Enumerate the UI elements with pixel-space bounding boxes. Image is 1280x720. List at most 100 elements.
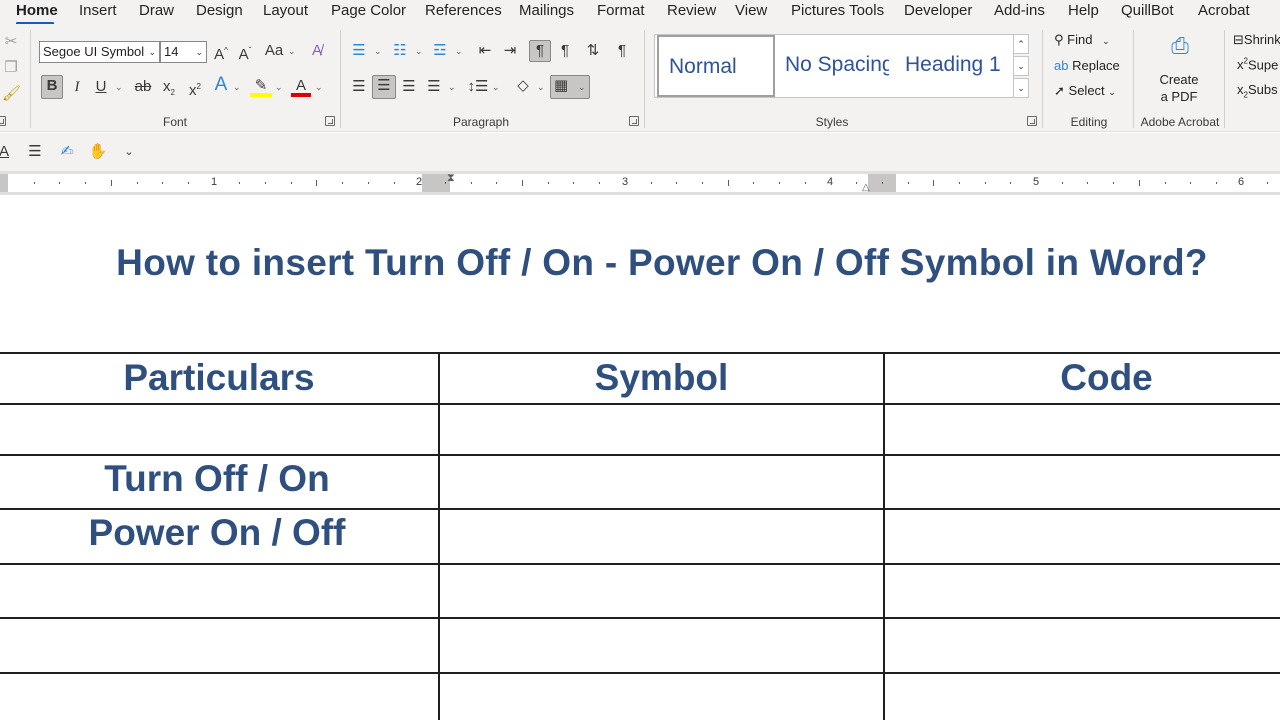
increase-indent-icon[interactable]: ⇥ bbox=[500, 41, 520, 61]
create-pdf-icon[interactable]: ⎙ bbox=[1167, 35, 1193, 57]
tab-developer[interactable]: Developer bbox=[904, 2, 972, 19]
style-normal[interactable]: Normal bbox=[657, 35, 775, 97]
table-cell[interactable] bbox=[0, 621, 434, 669]
font-color-icon[interactable]: A bbox=[0, 142, 12, 162]
shrink-font-icon[interactable]: Aˇ bbox=[235, 41, 255, 65]
gallery-more-icon[interactable]: ⌄ bbox=[1013, 78, 1029, 98]
italic-icon[interactable]: I bbox=[68, 77, 86, 97]
tab-quillbot[interactable]: QuillBot bbox=[1121, 2, 1174, 19]
tab-help[interactable]: Help bbox=[1068, 2, 1099, 19]
draw-pen-icon[interactable]: ✍ bbox=[57, 142, 77, 162]
style-heading-1[interactable]: Heading 1 bbox=[895, 35, 1013, 97]
tab-layout[interactable]: Layout bbox=[263, 2, 308, 19]
table-cell[interactable] bbox=[0, 407, 434, 453]
chevron-down-icon[interactable]: ⌄ bbox=[492, 77, 500, 97]
chevron-down-icon[interactable]: ⌄ bbox=[233, 77, 241, 97]
hand-icon[interactable]: ✋ bbox=[88, 142, 108, 162]
decrease-indent-icon[interactable]: ⇤ bbox=[475, 41, 495, 61]
shading-icon[interactable]: ◇ bbox=[513, 76, 533, 96]
tab-mailings[interactable]: Mailings bbox=[519, 2, 574, 19]
table-header-symbol[interactable]: Symbol bbox=[440, 357, 883, 399]
underline-icon[interactable]: U bbox=[92, 77, 110, 97]
show-formatting-icon[interactable]: ¶ bbox=[612, 41, 632, 61]
format-painter-icon[interactable]: 🖌 bbox=[2, 84, 21, 104]
tab-references[interactable]: References bbox=[425, 2, 502, 19]
customize-toolbar-icon[interactable]: ⌄ bbox=[122, 142, 136, 162]
table-cell[interactable] bbox=[440, 621, 883, 669]
table-cell[interactable] bbox=[885, 567, 1280, 615]
cut-icon[interactable]: ✂ bbox=[3, 32, 19, 52]
tab-review[interactable]: Review bbox=[667, 2, 716, 19]
tab-add-ins[interactable]: Add-ins bbox=[994, 2, 1045, 19]
subscript-icon[interactable]: x2 bbox=[160, 77, 178, 103]
table-cell[interactable] bbox=[440, 458, 883, 506]
tab-draw[interactable]: Draw bbox=[139, 2, 174, 19]
superscript-button[interactable]: x2Supe bbox=[1237, 57, 1278, 72]
chevron-down-icon[interactable]: ⌄ bbox=[537, 77, 545, 97]
tab-insert[interactable]: Insert bbox=[79, 2, 117, 19]
document-title[interactable]: How to insert Turn Off / On - Power On /… bbox=[0, 242, 1280, 284]
justify-icon[interactable]: ☰ bbox=[424, 77, 444, 97]
tab-page-color[interactable]: Page Color bbox=[331, 2, 406, 19]
chevron-down-icon[interactable]: ⌄ bbox=[115, 77, 123, 97]
multilevel-list-icon[interactable]: ☲ bbox=[430, 41, 450, 61]
align-center-icon[interactable]: ☰ bbox=[26, 142, 44, 162]
text-effects-icon[interactable]: A bbox=[211, 75, 231, 95]
font-color-icon[interactable]: A bbox=[291, 76, 311, 97]
table-cell[interactable] bbox=[440, 407, 883, 453]
bullets-icon[interactable]: ☰ bbox=[349, 41, 369, 61]
select-button[interactable]: ➚ Select ⌄ bbox=[1054, 83, 1116, 99]
font-name-combobox[interactable]: Segoe UI Symbol ⌄ bbox=[39, 41, 160, 63]
table-cell[interactable]: Turn Off / On bbox=[0, 458, 434, 500]
chevron-down-icon[interactable]: ⌄ bbox=[275, 77, 283, 97]
chevron-down-icon[interactable]: ⌄ bbox=[374, 41, 382, 61]
chevron-down-icon[interactable]: ⌄ bbox=[195, 42, 203, 62]
table-cell[interactable] bbox=[885, 512, 1280, 560]
chevron-down-icon[interactable]: ⌄ bbox=[288, 41, 296, 61]
strikethrough-icon[interactable]: ab bbox=[132, 77, 154, 97]
table-header-code[interactable]: Code bbox=[885, 357, 1280, 399]
table-cell[interactable] bbox=[440, 676, 883, 720]
table-cell[interactable] bbox=[0, 676, 434, 720]
tab-acrobat[interactable]: Acrobat bbox=[1198, 2, 1250, 19]
superscript-icon[interactable]: x2 bbox=[186, 77, 204, 101]
tab-format[interactable]: Format bbox=[597, 2, 645, 19]
gallery-scroll-down-icon[interactable]: ⌄ bbox=[1013, 56, 1029, 76]
replace-button[interactable]: ab Replace bbox=[1054, 58, 1120, 73]
gallery-scroll-up-icon[interactable]: ⌃ bbox=[1013, 34, 1029, 54]
chevron-down-icon[interactable]: ⌄ bbox=[578, 77, 586, 97]
line-spacing-icon[interactable]: ↕☰ bbox=[467, 77, 489, 97]
table-cell[interactable] bbox=[885, 621, 1280, 669]
indent-marker-icon[interactable]: ⧗ bbox=[447, 172, 455, 185]
style-no-spacing[interactable]: No Spacing bbox=[775, 35, 889, 97]
grow-font-icon[interactable]: A^ bbox=[211, 41, 231, 65]
chevron-down-icon[interactable]: ⌄ bbox=[415, 41, 423, 61]
font-size-combobox[interactable]: 14 ⌄ bbox=[160, 41, 207, 63]
tab-design[interactable]: Design bbox=[196, 2, 243, 19]
styles-launcher-icon[interactable] bbox=[1027, 116, 1037, 126]
sort-icon[interactable]: ⇅ bbox=[583, 41, 603, 61]
horizontal-ruler[interactable]: 1 2 3 4 5 6 ⧗ △ bbox=[0, 172, 1280, 193]
clipboard-launcher-icon[interactable] bbox=[0, 116, 6, 126]
create-pdf-button[interactable]: Create a PDF bbox=[1145, 71, 1213, 105]
highlight-icon[interactable]: ✎ bbox=[250, 76, 272, 97]
ltr-direction-icon[interactable]: ¶ bbox=[529, 40, 551, 62]
copy-icon[interactable]: ❐ bbox=[3, 58, 19, 78]
chevron-down-icon[interactable]: ⌄ bbox=[148, 42, 156, 62]
table-cell[interactable]: Power On / Off bbox=[0, 512, 434, 554]
font-launcher-icon[interactable] bbox=[325, 116, 335, 126]
change-case-icon[interactable]: Aa bbox=[262, 41, 286, 61]
paragraph-launcher-icon[interactable] bbox=[629, 116, 639, 126]
subscript-button[interactable]: x2Subs bbox=[1237, 82, 1278, 100]
tab-pictures-tools[interactable]: Pictures Tools bbox=[791, 2, 884, 19]
tab-view[interactable]: View bbox=[735, 2, 767, 19]
chevron-down-icon[interactable]: ⌄ bbox=[448, 77, 456, 97]
tab-stop-icon[interactable]: △ bbox=[862, 182, 870, 193]
table-header-particulars[interactable]: Particulars bbox=[0, 357, 438, 399]
clear-formatting-icon[interactable]: A̸ bbox=[306, 41, 328, 61]
table-cell[interactable] bbox=[885, 407, 1280, 453]
align-left-icon[interactable]: ☰ bbox=[349, 77, 369, 97]
table-cell[interactable] bbox=[0, 567, 434, 615]
bold-icon[interactable]: B bbox=[41, 75, 63, 99]
numbering-icon[interactable]: ☷ bbox=[390, 41, 410, 61]
